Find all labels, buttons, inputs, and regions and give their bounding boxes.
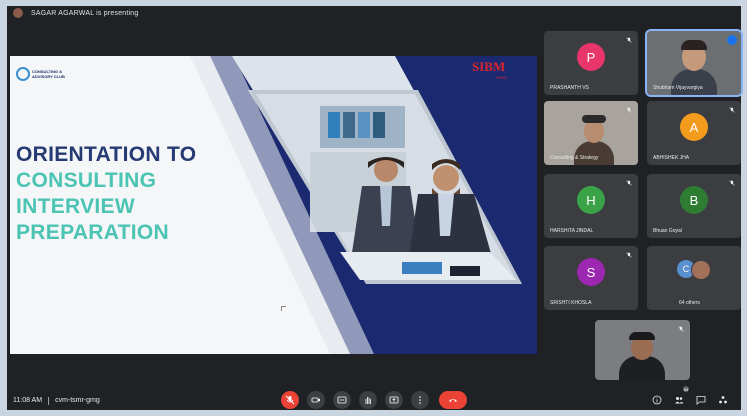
- speaking-indicator-icon: [727, 35, 737, 45]
- mic-muted-icon: [626, 37, 632, 43]
- phone-hangup-icon: [449, 399, 457, 402]
- participant-tile-video[interactable]: Consulting & Strategy: [544, 101, 638, 165]
- people-icon: [675, 397, 684, 404]
- participant-name: PRASHANTH VS: [550, 85, 589, 91]
- self-view-cap: [629, 332, 655, 340]
- mic-muted-icon: [626, 252, 632, 258]
- participant-tile[interactable]: B Bhuan Goyal: [647, 174, 741, 238]
- participant-tile[interactable]: S SRISHTI KHOSLA: [544, 246, 638, 310]
- chat-icon: [696, 396, 706, 405]
- people-button[interactable]: [673, 394, 685, 406]
- participant-avatar: B: [680, 186, 708, 214]
- present-button[interactable]: [385, 391, 403, 409]
- sibm-logo-sub: PUNE: [496, 75, 508, 80]
- chat-button[interactable]: [695, 394, 707, 406]
- presenting-text: SAGAR AGARWAL is presenting: [31, 9, 139, 17]
- slide-title: ORIENTATION TO CONSULTING INTERVIEW PREP…: [16, 142, 256, 246]
- participant-name: Shubham Vijayvargiya: [653, 85, 703, 91]
- participant-tile-video[interactable]: Shubham Vijayvargiya: [645, 29, 743, 97]
- camera-icon: [311, 397, 320, 403]
- activities-button[interactable]: [717, 394, 729, 406]
- mic-off-icon: [285, 395, 295, 405]
- participant-video-body: [574, 141, 614, 165]
- meet-window: SAGAR AGARWAL is presenting CONSULTING &…: [7, 6, 743, 410]
- title-line-1: ORIENTATION TO: [16, 143, 197, 166]
- clock-time: 11:08 AM: [13, 397, 43, 404]
- participant-name: Consulting & Strategy: [550, 155, 599, 161]
- title-line-4: PREPARATION: [16, 221, 170, 244]
- participant-avatar: H: [577, 186, 605, 214]
- camera-toggle-button[interactable]: [307, 391, 325, 409]
- presenter-avatar: [13, 8, 23, 18]
- others-count: 64 others: [679, 300, 700, 306]
- others-avatar-2: [691, 260, 711, 280]
- participant-tile[interactable]: P PRASHANTH VS: [544, 31, 638, 95]
- title-line-2: CONSULTING: [16, 169, 157, 192]
- mic-muted-icon: [729, 107, 735, 113]
- present-screen-icon: [389, 396, 399, 404]
- sibm-logo: SIBM: [472, 59, 506, 74]
- participant-count-badge: 69: [683, 386, 689, 392]
- meeting-code[interactable]: cvm-tsmr-gmg: [55, 397, 100, 404]
- bottom-control-bar: 11:08 AM cvm-tsmr-gmg 69: [7, 386, 741, 410]
- hand-icon: [365, 397, 371, 404]
- participant-name: Bhuan Goyal: [653, 228, 682, 234]
- others-tile[interactable]: C 64 others: [647, 246, 741, 310]
- participant-avatar: A: [680, 113, 708, 141]
- participant-name: SRISHTI KHOSLA: [550, 300, 592, 306]
- captions-button[interactable]: [333, 391, 351, 409]
- mouse-cursor-icon: [281, 306, 286, 311]
- participant-tile[interactable]: A ABHISHEK JHA: [647, 101, 741, 165]
- mic-muted-icon: [729, 180, 735, 186]
- raise-hand-button[interactable]: [359, 391, 377, 409]
- meeting-info: 11:08 AM cvm-tsmr-gmg: [13, 396, 100, 405]
- more-options-button[interactable]: [411, 391, 429, 409]
- participant-tile[interactable]: H HARSHITA JINDAL: [544, 174, 638, 238]
- self-view-tile[interactable]: [595, 320, 690, 380]
- participant-name: HARSHITA JINDAL: [550, 228, 594, 234]
- presenting-bar: SAGAR AGARWAL is presenting: [7, 6, 741, 20]
- shared-slide: CONSULTING & ADVISORY CLUB SIBM PUNE ORI…: [10, 56, 537, 354]
- club-logo-icon: [16, 67, 30, 81]
- mic-muted-icon: [626, 107, 632, 113]
- divider: [48, 396, 50, 405]
- participant-video-hair: [681, 40, 707, 50]
- meeting-details-button[interactable]: [651, 394, 663, 406]
- participant-video-body: [671, 69, 717, 95]
- mic-toggle-button[interactable]: [281, 391, 299, 409]
- club-logo-text: CONSULTING & ADVISORY CLUB: [32, 69, 65, 79]
- mic-muted-icon: [626, 180, 632, 186]
- captions-icon: [337, 396, 347, 404]
- info-icon: [652, 395, 662, 405]
- leave-call-button[interactable]: [439, 391, 467, 409]
- participant-avatar: P: [577, 43, 605, 71]
- more-vert-icon: [419, 396, 421, 404]
- participant-avatar: S: [577, 258, 605, 286]
- participant-name: ABHISHEK JHA: [653, 155, 690, 161]
- title-line-3: INTERVIEW: [16, 195, 135, 218]
- mic-muted-icon: [678, 326, 684, 332]
- consulting-club-logo: CONSULTING & ADVISORY CLUB: [16, 67, 74, 81]
- participant-video-cap: [582, 115, 606, 123]
- activities-icon: [719, 396, 727, 404]
